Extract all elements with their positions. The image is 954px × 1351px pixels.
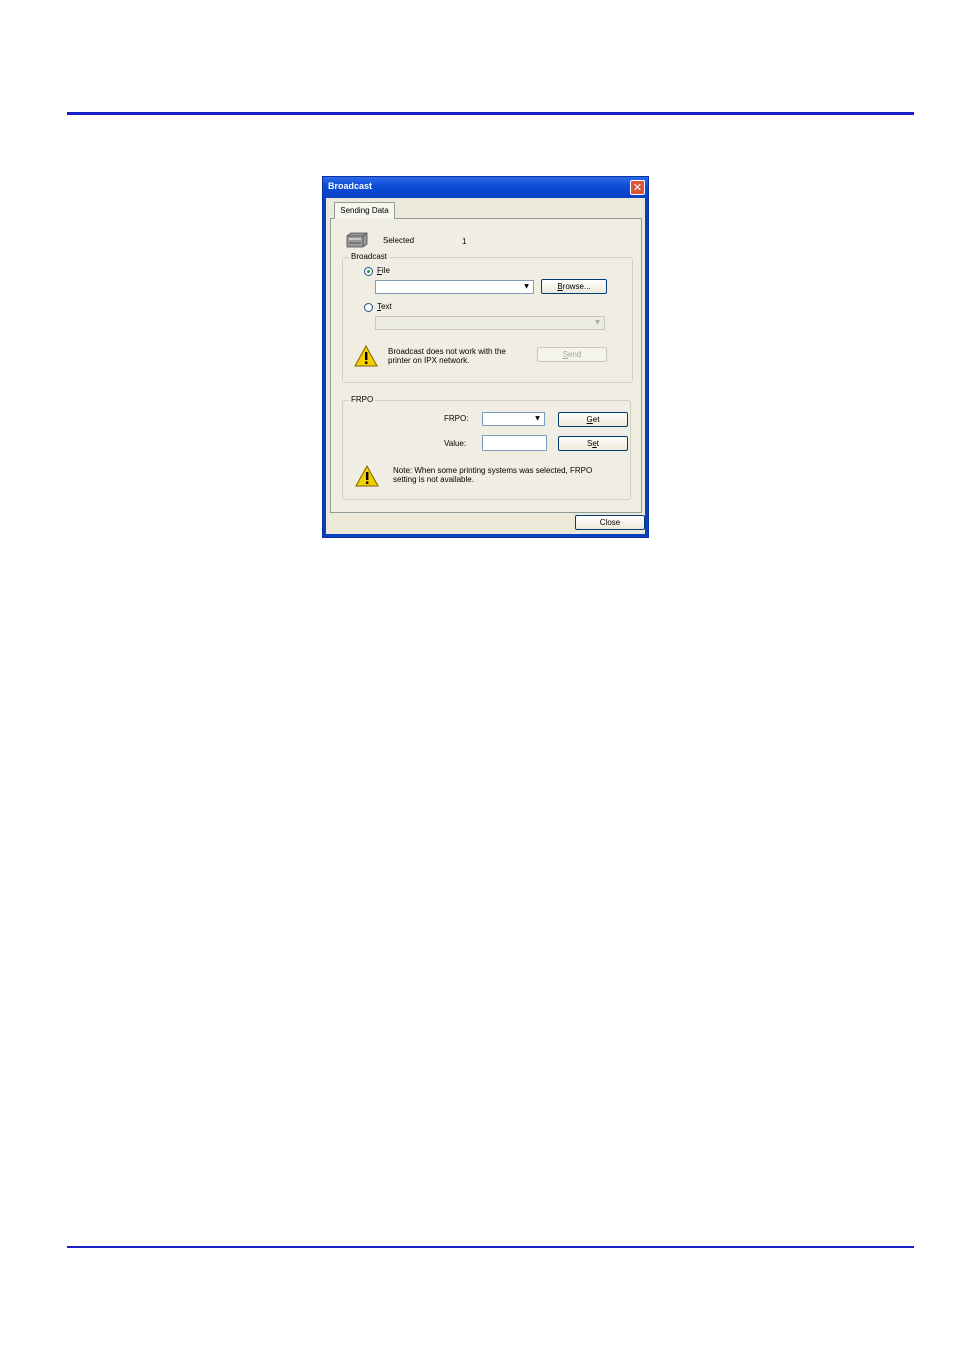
send-button[interactable]: Send — [537, 347, 607, 362]
dialog-client-area: Sending Data Selected 1 Broadcast File ▼ — [326, 198, 645, 534]
text-combo[interactable]: ▼ — [375, 316, 605, 330]
warning-icon — [355, 464, 379, 487]
close-icon[interactable]: ✕ — [630, 180, 645, 195]
get-button[interactable]: Get — [558, 412, 628, 427]
broadcast-group-title: Broadcast — [349, 252, 390, 262]
text-radio-label[interactable]: Text — [377, 302, 392, 311]
browse-button[interactable]: Browse... — [541, 279, 607, 294]
page-header-rule — [67, 112, 914, 115]
file-radio-label[interactable]: File — [377, 266, 390, 275]
file-label-rest: ile — [381, 266, 390, 275]
warning-icon — [354, 344, 378, 367]
tab-sending-data[interactable]: Sending Data — [334, 202, 395, 219]
frpo-group-title: FRPO — [349, 395, 376, 405]
set-button[interactable]: Set — [558, 436, 628, 451]
frpo-combo[interactable]: ▼ — [482, 412, 545, 426]
sending-data-panel: Selected 1 Broadcast File ▼ Browse... Te… — [330, 218, 642, 513]
text-label-rest: ext — [381, 302, 392, 311]
browse-label-rest: rowse... — [562, 282, 591, 291]
frpo-note-line2: setting is not available. — [393, 475, 474, 484]
send-label-rest: end — [567, 350, 582, 359]
page-footer-rule — [67, 1246, 914, 1248]
file-combo[interactable]: ▼ — [375, 280, 534, 294]
broadcast-dialog: Broadcast ✕ Sending Data Selected 1 Broa… — [322, 176, 649, 538]
broadcast-warning-line2: printer on IPX network. — [388, 356, 470, 365]
broadcast-warning-line1: Broadcast does not work with the — [388, 347, 506, 356]
value-input[interactable] — [482, 435, 547, 451]
get-label-rest: et — [592, 415, 600, 424]
chevron-down-icon[interactable]: ▼ — [592, 318, 603, 328]
title-bar[interactable]: Broadcast ✕ — [323, 177, 648, 198]
set-label-post: t — [596, 439, 600, 448]
chevron-down-icon[interactable]: ▼ — [521, 282, 532, 292]
window-title: Broadcast — [328, 181, 373, 191]
frpo-group: FRPO FRPO: ▼ Get Value: Set Note: When s… — [342, 395, 631, 500]
selected-label: Selected — [383, 236, 415, 245]
frpo-label: FRPO: — [444, 414, 469, 423]
close-button[interactable]: Close — [575, 515, 645, 530]
broadcast-group: Broadcast File ▼ Browse... Text ▼ Broadc… — [342, 252, 633, 383]
file-radio[interactable] — [364, 267, 373, 276]
frpo-note-line1: Note: When some printing systems was sel… — [393, 466, 593, 475]
value-label: Value: — [444, 439, 467, 448]
text-radio[interactable] — [364, 303, 373, 312]
selected-count: 1 — [462, 237, 467, 246]
chevron-down-icon[interactable]: ▼ — [532, 414, 543, 424]
printer-icon — [346, 232, 368, 248]
